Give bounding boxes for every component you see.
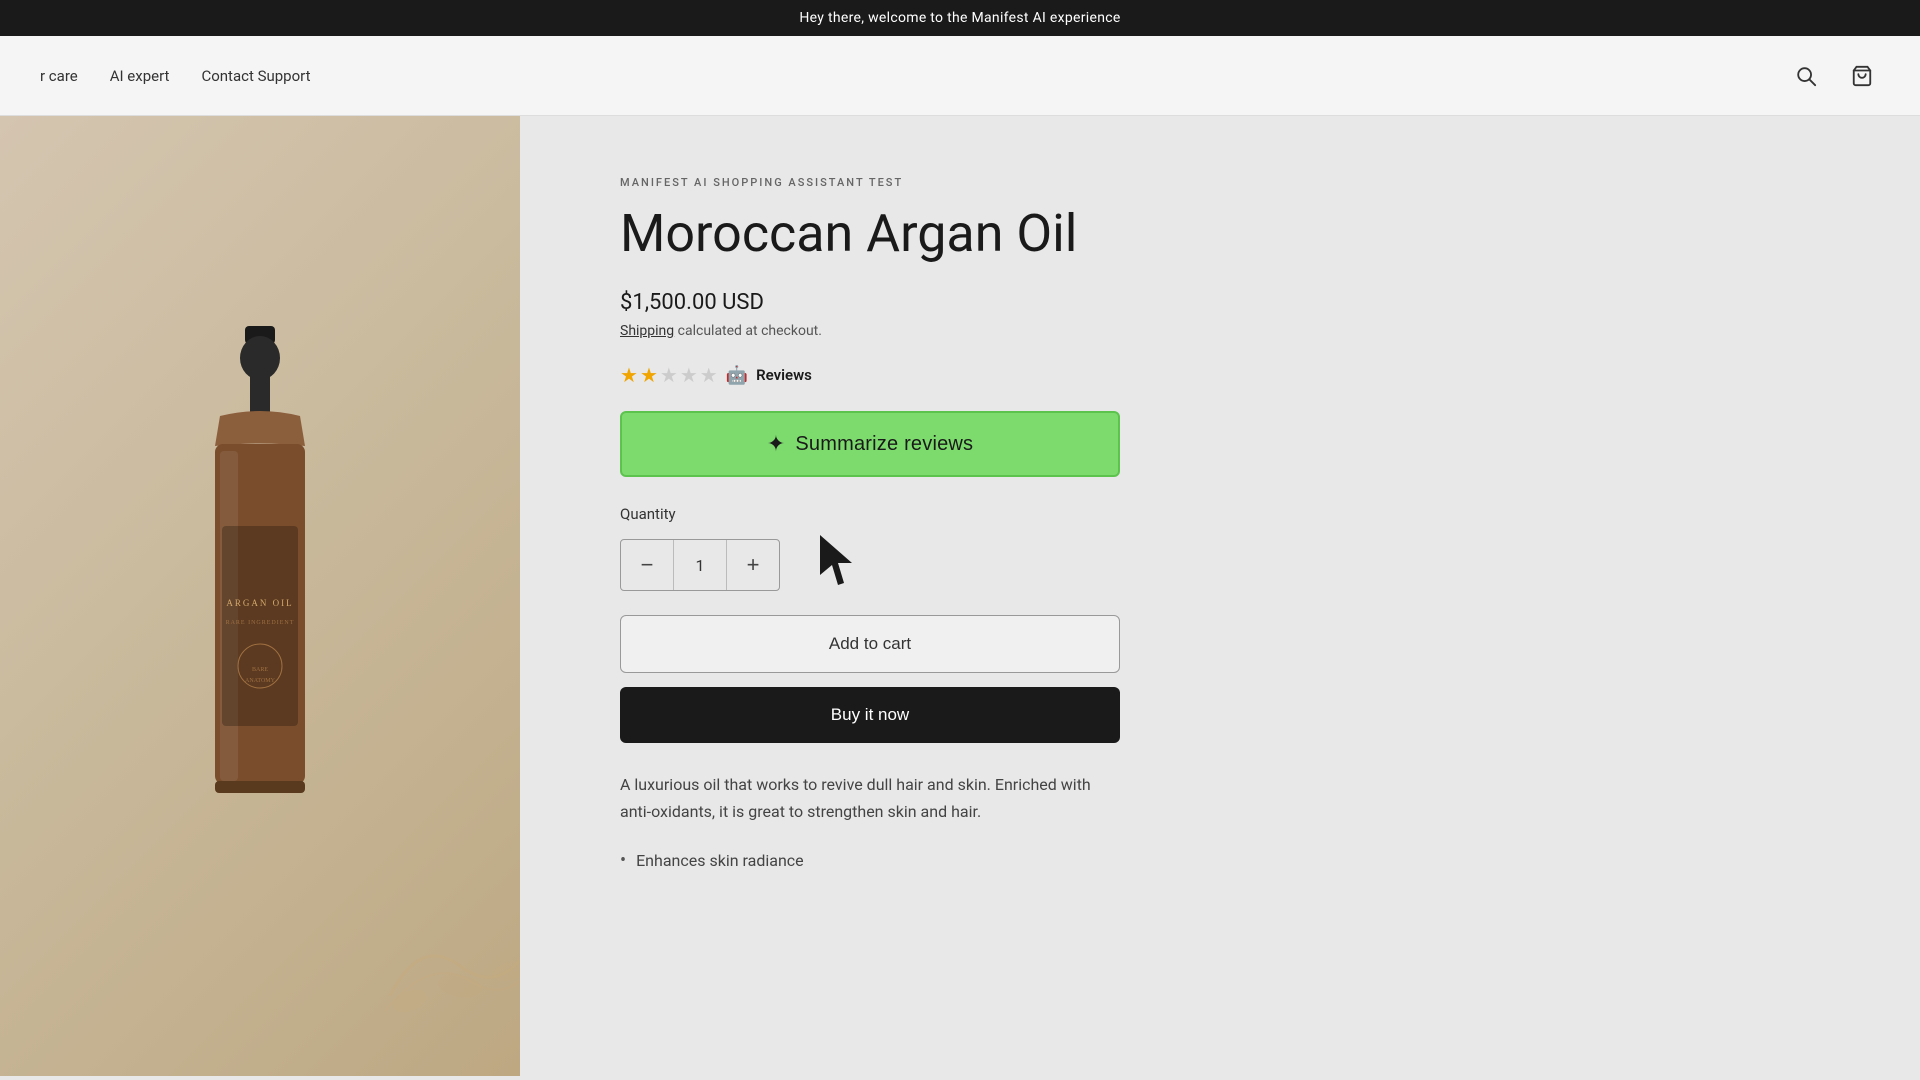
quantity-increase-button[interactable]: + [727, 539, 779, 591]
feature-text-1: Enhances skin radiance [636, 851, 804, 870]
quantity-control: − 1 + [620, 539, 780, 591]
header-icons [1788, 58, 1880, 94]
star-1: ★ [620, 363, 638, 387]
increase-icon: + [747, 552, 760, 578]
svg-text:RARE INGREDIENT: RARE INGREDIENT [226, 620, 295, 626]
nav-item-ai-expert[interactable]: AI expert [110, 67, 170, 85]
announcement-bar: Hey there, welcome to the Manifest AI ex… [0, 0, 1920, 36]
product-title: Moroccan Argan Oil [620, 205, 1840, 262]
star-2: ★ [640, 363, 658, 387]
buy-now-button[interactable]: Buy it now [620, 687, 1120, 743]
nav-item-contact-support[interactable]: Contact Support [201, 67, 310, 85]
announcement-text: Hey there, welcome to the Manifest AI ex… [799, 10, 1120, 26]
brand-label: MANIFEST AI SHOPPING ASSISTANT TEST [620, 176, 1840, 189]
bottle-container: ARGAN OIL RARE INGREDIENT BARE ANATOMY [160, 326, 360, 906]
star-4: ★ [680, 363, 698, 387]
add-to-cart-button[interactable]: Add to cart [620, 615, 1120, 673]
star-rating: ★ ★ ★ ★ ★ [620, 363, 718, 387]
quantity-value: 1 [673, 540, 727, 590]
feature-list: Enhances skin radiance [620, 846, 1840, 875]
reviews-link[interactable]: Reviews [756, 366, 812, 384]
price-block: $1,500.00 USD [620, 290, 1840, 315]
feature-item-1: Enhances skin radiance [620, 846, 1840, 875]
shipping-link[interactable]: Shipping [620, 323, 674, 339]
quantity-label: Quantity [620, 505, 1840, 523]
add-to-cart-label: Add to cart [829, 634, 911, 653]
main-content: ARGAN OIL RARE INGREDIENT BARE ANATOMY M… [0, 116, 1920, 1076]
header: r care AI expert Contact Support [0, 36, 1920, 116]
nav-item-care[interactable]: r care [40, 67, 78, 85]
summarize-reviews-button[interactable]: ✦ Summarize reviews [620, 411, 1120, 477]
quantity-decrease-button[interactable]: − [621, 539, 673, 591]
svg-text:ARGAN OIL: ARGAN OIL [226, 598, 293, 608]
reviews-ai-icon: 🤖 [726, 365, 748, 386]
product-description: A luxurious oil that works to revive dul… [620, 771, 1120, 825]
search-button[interactable] [1788, 58, 1824, 94]
product-details: MANIFEST AI SHOPPING ASSISTANT TEST Moro… [520, 116, 1920, 1076]
reviews-row: ★ ★ ★ ★ ★ 🤖 Reviews [620, 363, 1840, 387]
buy-now-label: Buy it now [831, 705, 909, 724]
product-bottle-image: ARGAN OIL RARE INGREDIENT BARE ANATOMY [160, 326, 360, 886]
product-price: $1,500.00 USD [620, 290, 764, 315]
decor-pattern [380, 916, 520, 1016]
svg-text:BARE: BARE [252, 667, 268, 673]
quantity-row: − 1 + [620, 535, 1840, 595]
cart-button[interactable] [1844, 58, 1880, 94]
star-5: ★ [700, 363, 718, 387]
cursor-arrow-indicator [820, 535, 870, 595]
product-image-panel: ARGAN OIL RARE INGREDIENT BARE ANATOMY [0, 116, 520, 1076]
summarize-reviews-label: Summarize reviews [795, 433, 973, 456]
star-3: ★ [660, 363, 678, 387]
decrease-icon: − [641, 552, 654, 578]
shipping-info: Shipping calculated at checkout. [620, 323, 1840, 339]
sparkle-icon: ✦ [767, 431, 786, 457]
main-nav: r care AI expert Contact Support [40, 67, 311, 85]
svg-text:ANATOMY: ANATOMY [245, 678, 276, 684]
shipping-calculated: calculated at checkout. [678, 323, 822, 339]
